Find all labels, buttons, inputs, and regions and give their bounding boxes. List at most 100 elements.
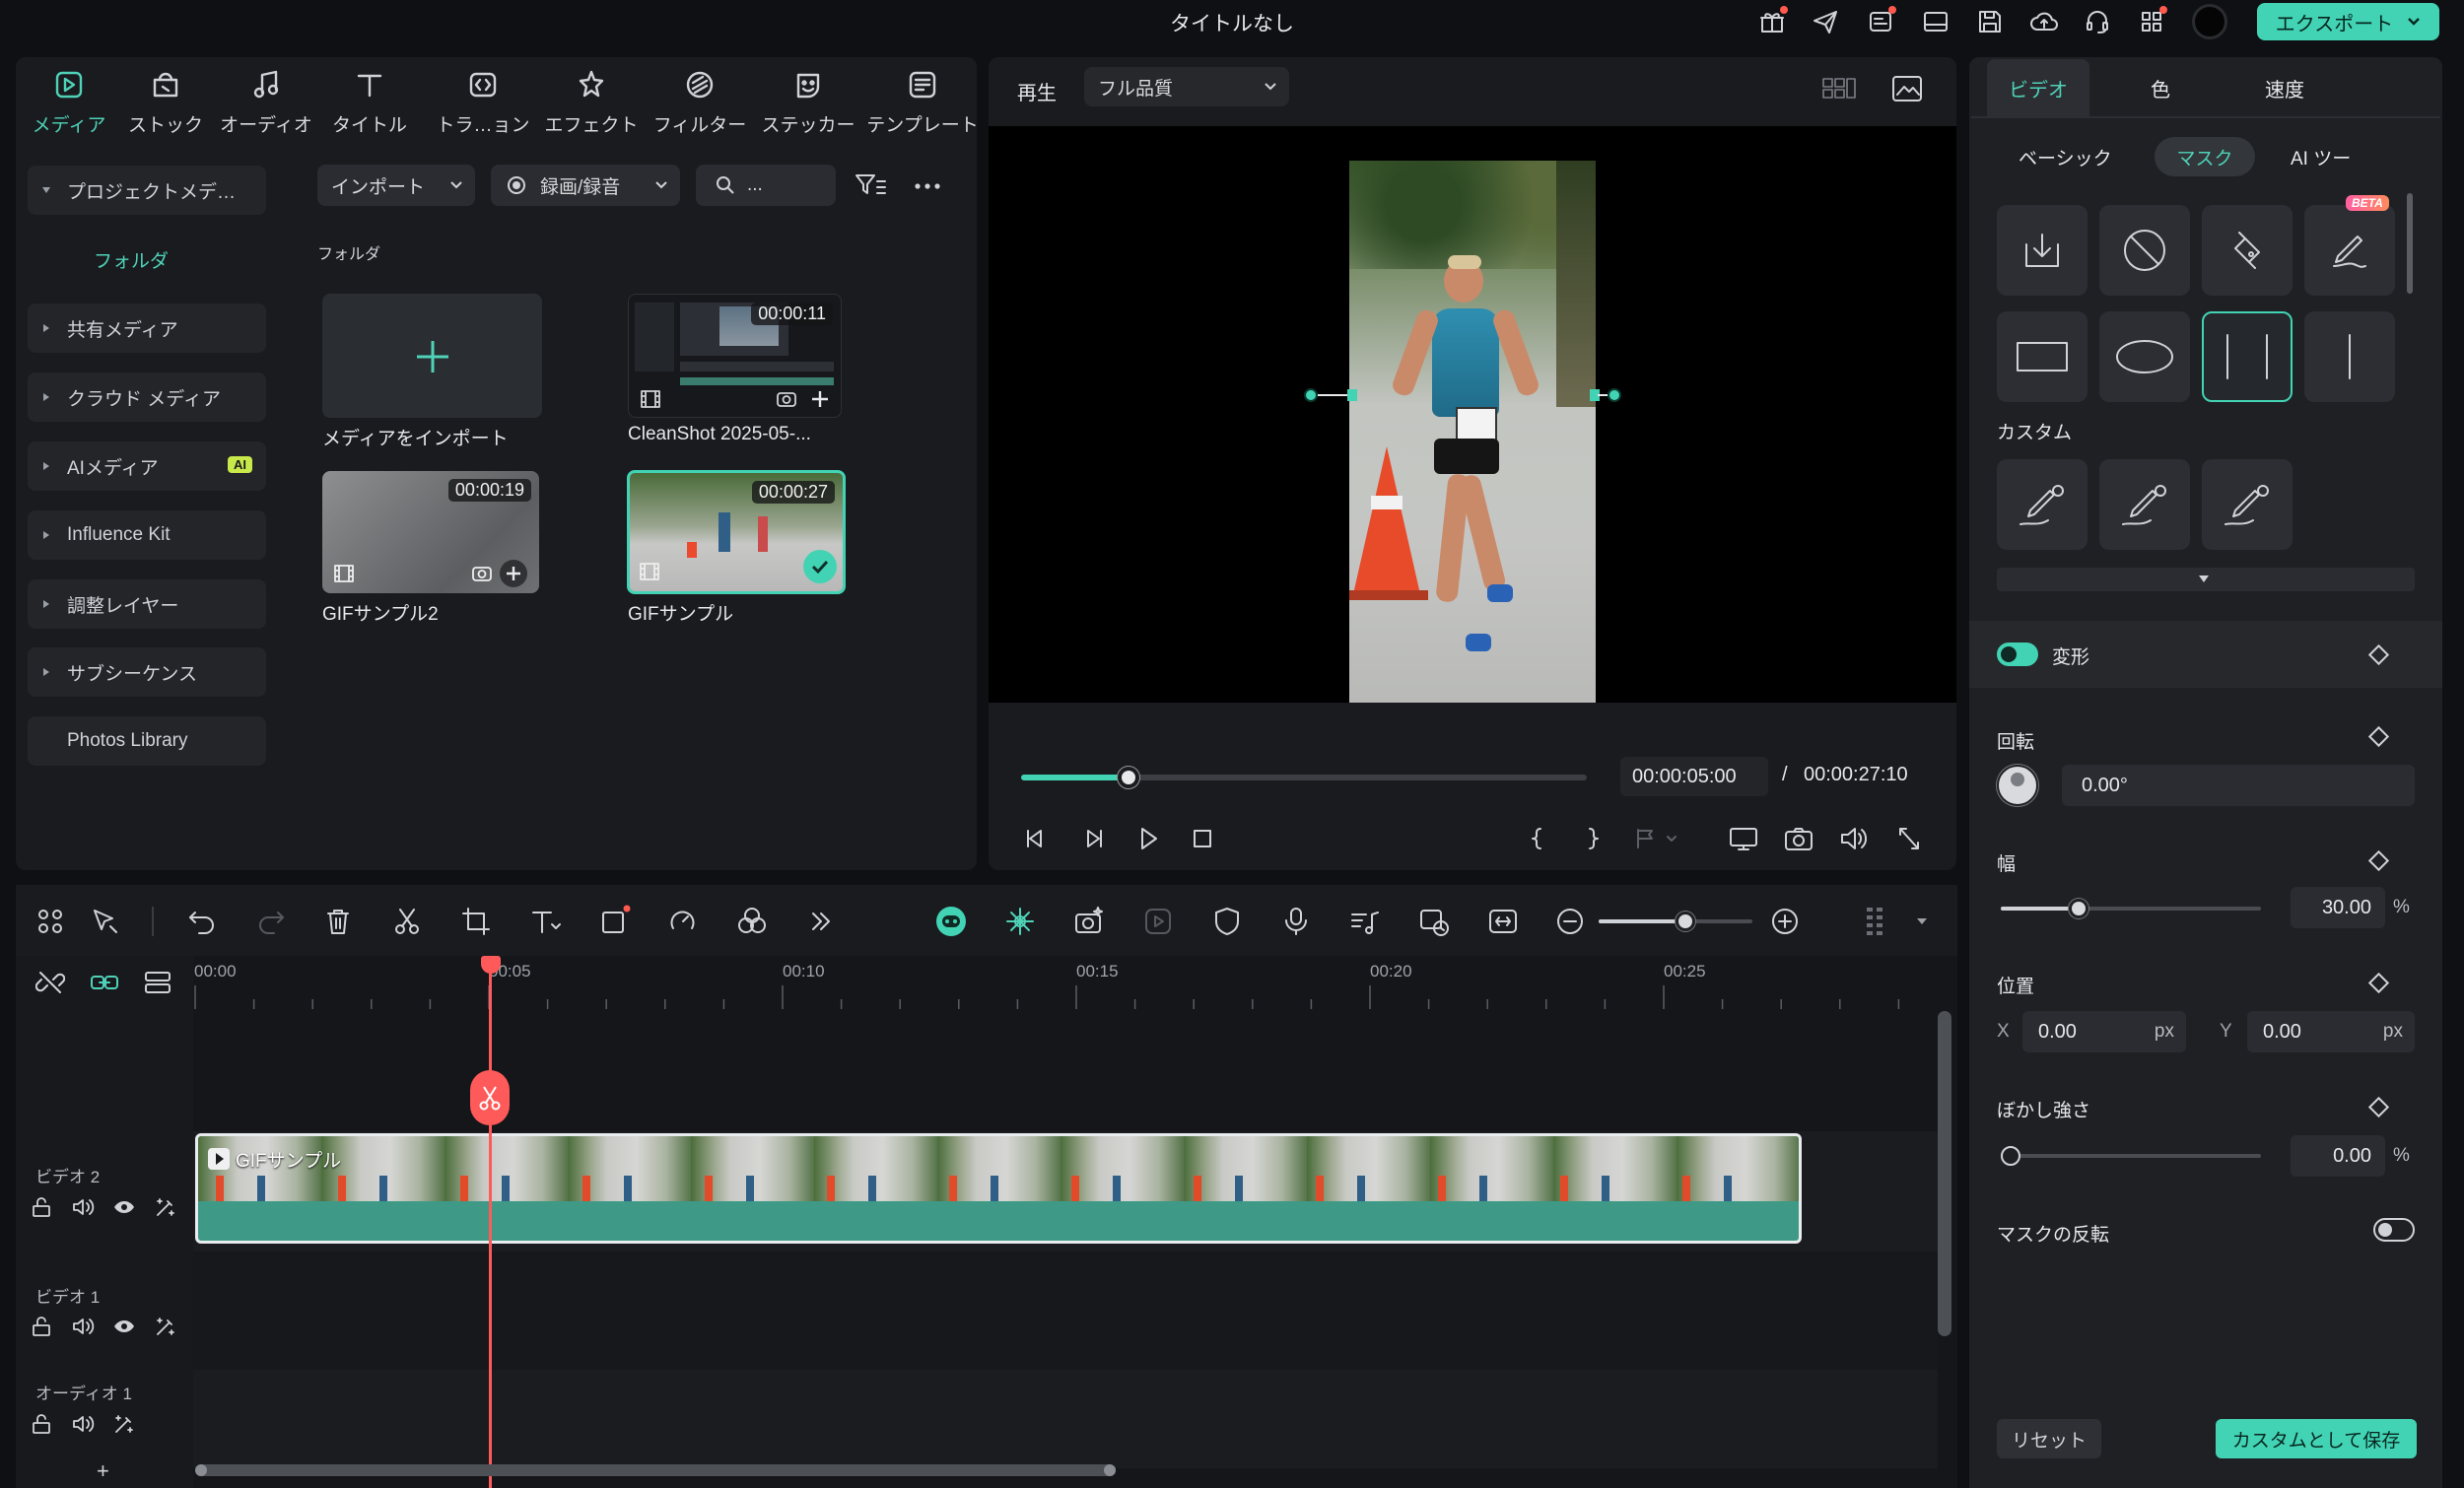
apps-grid-icon[interactable] (2136, 6, 2167, 37)
playback-progress-track[interactable] (1021, 767, 1587, 788)
blur-field[interactable]: 0.00 (2291, 1135, 2385, 1177)
custom-mask-tile[interactable] (2099, 459, 2190, 550)
avatar[interactable] (2192, 4, 2227, 39)
sidebar-item-cloud-media[interactable]: クラウド メディア (28, 372, 266, 422)
visibility-icon[interactable] (112, 1315, 136, 1338)
visibility-icon[interactable] (112, 1195, 136, 1219)
link-break-icon[interactable] (35, 968, 65, 997)
mask-scrollbar[interactable] (2407, 193, 2413, 294)
sidebar-item-folder[interactable]: フォルダ (94, 246, 169, 273)
auto-enhance-icon[interactable] (154, 1195, 177, 1219)
tab-title[interactable]: タイトル (318, 65, 421, 137)
zoom-out-icon[interactable] (1553, 905, 1587, 938)
sidebar-item-shared-media[interactable]: 共有メディア (28, 304, 266, 353)
audio-stretch-icon[interactable] (1348, 905, 1382, 938)
previous-frame-icon[interactable] (1019, 824, 1053, 853)
mask-rotate-handle[interactable] (1304, 388, 1318, 402)
ai-effects-icon[interactable] (1003, 905, 1037, 938)
width-field[interactable]: 30.00 (2291, 887, 2385, 928)
ai-camera-icon[interactable] (1072, 905, 1106, 938)
import-dropdown[interactable]: インポート (317, 165, 475, 206)
mask-double-line-tile[interactable] (2202, 311, 2293, 402)
text-tool-icon[interactable] (528, 905, 562, 938)
auto-enhance-icon[interactable] (154, 1315, 177, 1338)
expand-masks-button[interactable] (1997, 568, 2415, 591)
position-x-field[interactable]: 0.00 px (2022, 1011, 2186, 1052)
select-tool-icon[interactable] (89, 905, 122, 938)
fullscreen-icon[interactable] (1892, 824, 1926, 853)
position-y-field[interactable]: 0.00 px (2247, 1011, 2415, 1052)
lock-icon[interactable] (30, 1412, 53, 1436)
video-frame[interactable] (1349, 161, 1596, 703)
next-frame-icon[interactable] (1076, 824, 1110, 853)
tab-speed[interactable]: 速度 (2233, 59, 2336, 116)
delete-icon[interactable] (321, 905, 355, 938)
mask-none-tile[interactable] (2099, 205, 2190, 296)
tab-sticker[interactable]: ステッカー (757, 65, 859, 137)
sidebar-item-photos-library[interactable]: Photos Library (28, 716, 266, 766)
rotation-field[interactable]: 0.00° (2062, 765, 2415, 806)
mute-icon[interactable] (71, 1412, 95, 1436)
zoom-slider-knob[interactable] (1676, 912, 1695, 931)
blur-slider-knob[interactable] (2001, 1146, 2020, 1166)
sidebar-item-influence-kit[interactable]: Influence Kit (28, 510, 266, 560)
more-options-icon[interactable] (911, 171, 944, 201)
sidebar-item-subsequence[interactable]: サブシーケンス (28, 647, 266, 697)
tab-transition[interactable]: トラ…ョン (432, 65, 534, 137)
media-clip-thumbnail[interactable]: 00:00:11 (628, 294, 842, 418)
tab-audio[interactable]: オーディオ (215, 65, 317, 137)
playback-scrubber[interactable] (1118, 767, 1140, 788)
sidebar-item-adjustment-layer[interactable]: 調整レイヤー (28, 579, 266, 629)
mask-edge-handle-left[interactable] (1347, 389, 1357, 401)
display-icon[interactable] (1727, 824, 1760, 853)
color-match-icon[interactable] (735, 905, 769, 938)
mask-rectangle-tile[interactable] (1997, 311, 2088, 402)
invert-mask-toggle[interactable] (2373, 1218, 2415, 1242)
track-layout-icon[interactable] (1861, 905, 1894, 938)
rotation-dial[interactable] (1997, 765, 2038, 806)
clip-speed-icon[interactable] (1417, 905, 1451, 938)
crop-icon[interactable] (459, 905, 493, 938)
zoom-in-icon[interactable] (1768, 905, 1802, 938)
split-scissors-icon[interactable] (390, 905, 424, 938)
mute-icon[interactable] (71, 1315, 95, 1338)
mute-icon[interactable] (71, 1195, 95, 1219)
blur-slider[interactable] (2001, 1154, 2261, 1158)
split-handle[interactable] (470, 1070, 510, 1125)
fit-icon[interactable] (1486, 905, 1520, 938)
tab-media[interactable]: メディア (18, 65, 120, 137)
custom-mask-tile[interactable] (2202, 459, 2293, 550)
undo-icon[interactable] (185, 905, 219, 938)
subtab-ai-tools[interactable]: AI ツー (2291, 144, 2351, 170)
tab-color[interactable]: 色 (2109, 59, 2212, 116)
grid-view-icon[interactable] (1821, 75, 1857, 102)
tab-stock[interactable]: ストック (114, 65, 217, 137)
cloud-upload-icon[interactable] (2028, 6, 2060, 37)
image-adjust-icon[interactable] (1890, 73, 1924, 104)
magnetic-link-icon[interactable] (89, 968, 120, 997)
mask-feather-handle[interactable] (1608, 388, 1621, 402)
media-clip-thumbnail-selected[interactable]: 00:00:27 (627, 470, 846, 594)
timeline-clip[interactable]: GIFサンプル (195, 1133, 1802, 1244)
sidebar-item-ai-media[interactable]: AIメディア AI (28, 441, 266, 491)
mask-brush-tile[interactable]: BETA (2304, 195, 2395, 296)
transform-toggle[interactable] (1997, 643, 2038, 666)
lock-icon[interactable] (30, 1195, 53, 1219)
export-button[interactable]: エクスポート (2257, 3, 2439, 40)
mark-out-icon[interactable] (1579, 824, 1607, 853)
custom-mask-tile[interactable] (1997, 459, 2088, 550)
gift-icon[interactable] (1756, 6, 1788, 37)
speed-icon[interactable] (666, 905, 700, 938)
subtab-mask[interactable]: マスク (2155, 137, 2255, 176)
track-manager-icon[interactable] (142, 968, 173, 997)
reset-button[interactable]: リセット (1997, 1419, 2101, 1458)
tab-filter[interactable]: フィルター (649, 65, 751, 137)
lock-icon[interactable] (30, 1315, 53, 1338)
mask-import-tile[interactable] (1997, 205, 2088, 296)
layout-icon[interactable] (1920, 6, 1951, 37)
add-track-button[interactable]: + (97, 1458, 109, 1484)
search-input[interactable]: ... (696, 165, 836, 206)
snapshot-icon[interactable] (1782, 824, 1815, 853)
auto-enhance-icon[interactable] (112, 1412, 136, 1436)
current-time-field[interactable]: 00:00:05:00 (1620, 757, 1768, 796)
